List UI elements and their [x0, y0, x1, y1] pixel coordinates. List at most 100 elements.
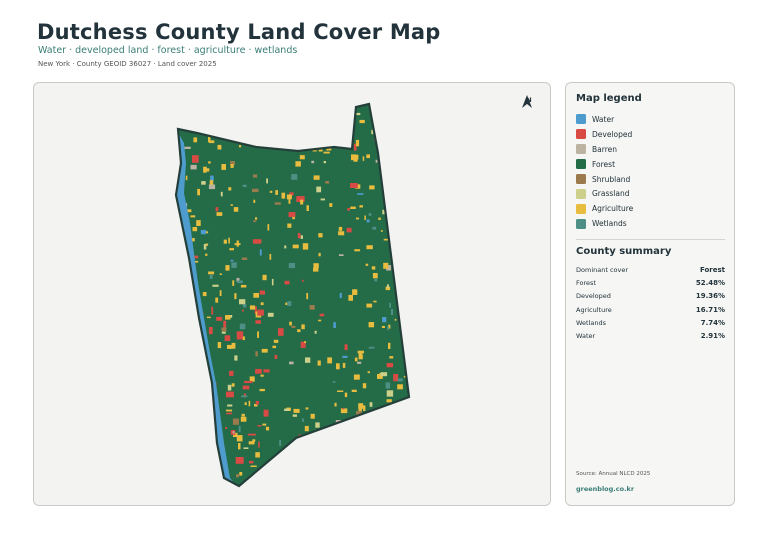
- agriculture-patch: [305, 407, 309, 410]
- agriculture-patch: [356, 466, 361, 470]
- developed-patch: [226, 412, 232, 415]
- summary-row: Forest 52.48%: [576, 276, 725, 289]
- developed-patch: [255, 369, 262, 374]
- wetlands-patch: [406, 150, 409, 153]
- site-link[interactable]: greenblog.co.kr: [576, 485, 634, 493]
- developed-patch: [329, 106, 333, 110]
- agriculture-patch: [383, 238, 389, 241]
- developed-patch: [414, 109, 417, 115]
- agriculture-patch: [236, 435, 243, 442]
- legend-swatch: [576, 129, 586, 140]
- agriculture-patch: [248, 400, 251, 407]
- wetlands-patch: [302, 418, 304, 422]
- wetlands-patch: [262, 491, 267, 496]
- agriculture-patch: [402, 423, 408, 430]
- developed-patch: [193, 388, 201, 395]
- barren-patch: [190, 124, 193, 127]
- county-map[interactable]: [34, 83, 551, 506]
- barren-patch: [311, 160, 315, 164]
- developed-patch: [252, 239, 262, 244]
- agriculture-patch: [176, 445, 177, 448]
- barren-patch: [208, 184, 216, 190]
- developed-patch: [297, 233, 301, 239]
- agriculture-patch: [300, 199, 304, 205]
- developed-patch: [242, 309, 244, 312]
- agriculture-patch: [176, 235, 178, 242]
- agriculture-patch: [329, 203, 333, 207]
- summary-row: Developed 19.36%: [576, 290, 725, 303]
- agriculture-patch: [206, 316, 211, 319]
- agriculture-patch: [262, 423, 267, 426]
- agriculture-patch: [199, 343, 202, 347]
- grassland-patch: [212, 284, 219, 287]
- agriculture-patch: [357, 350, 364, 354]
- water-patch: [357, 193, 364, 195]
- developed-patch: [179, 466, 184, 470]
- agriculture-patch: [338, 226, 343, 231]
- water-patch: [342, 355, 348, 358]
- developed-patch: [176, 312, 180, 316]
- agriculture-patch: [275, 190, 278, 195]
- water-patch: [289, 447, 292, 452]
- agriculture-patch: [183, 392, 189, 399]
- wetlands-patch: [287, 143, 294, 150]
- map-panel[interactable]: N: [33, 82, 551, 506]
- agriculture-patch: [301, 112, 307, 117]
- agriculture-patch: [366, 303, 373, 308]
- grassland-patch: [344, 109, 347, 116]
- agriculture-patch: [359, 119, 365, 124]
- agriculture-patch: [248, 441, 255, 445]
- wetlands-patch: [199, 369, 203, 373]
- agriculture-patch: [332, 427, 335, 434]
- agriculture-patch: [404, 444, 406, 450]
- developed-patch: [412, 165, 419, 173]
- developed-patch: [192, 334, 195, 340]
- agriculture-patch: [378, 217, 381, 220]
- agriculture-patch: [332, 104, 338, 107]
- wetlands-patch: [397, 378, 403, 382]
- wetlands-patch: [231, 262, 237, 268]
- wetlands-patch: [368, 213, 372, 216]
- shrubland-patch: [191, 392, 194, 395]
- agriculture-patch: [214, 125, 217, 128]
- agriculture-patch: [269, 253, 272, 260]
- grassland-patch: [307, 111, 315, 114]
- agriculture-patch: [244, 402, 247, 406]
- developed-patch: [192, 155, 199, 163]
- wetlands-patch: [368, 346, 375, 349]
- agriculture-patch: [354, 490, 358, 492]
- agriculture-patch: [199, 340, 203, 344]
- summary-heading: County summary: [576, 246, 672, 257]
- agriculture-patch: [176, 264, 180, 267]
- agriculture-patch: [353, 374, 360, 380]
- north-arrow: N: [522, 95, 536, 108]
- barren-patch: [394, 124, 401, 130]
- agriculture-patch: [386, 399, 392, 403]
- agriculture-patch: [380, 462, 385, 468]
- agriculture-patch: [352, 289, 358, 295]
- shrubland-patch: [298, 463, 304, 467]
- divider: [576, 239, 725, 240]
- agriculture-patch: [259, 388, 265, 392]
- page-title: Dutchess County Land Cover Map: [37, 20, 441, 44]
- agriculture-patch: [343, 443, 349, 448]
- water-patch: [374, 491, 376, 494]
- agriculture-patch: [253, 293, 259, 298]
- agriculture-patch: [379, 417, 382, 424]
- grassland-patch: [232, 136, 237, 139]
- summary-value: 16.71%: [695, 305, 725, 314]
- agriculture-patch: [187, 297, 193, 300]
- agriculture-patch: [232, 280, 235, 286]
- grassland-patch: [266, 178, 268, 184]
- agriculture-patch: [323, 151, 330, 154]
- agriculture-patch: [407, 201, 409, 208]
- agriculture-patch: [407, 275, 409, 279]
- developed-patch: [277, 108, 282, 116]
- developed-patch: [194, 371, 197, 374]
- agriculture-patch: [225, 265, 230, 271]
- wetlands-patch: [288, 262, 295, 269]
- agriculture-patch: [279, 489, 284, 494]
- agriculture-patch: [349, 484, 355, 486]
- agriculture-patch: [288, 128, 292, 131]
- agriculture-patch: [373, 423, 380, 426]
